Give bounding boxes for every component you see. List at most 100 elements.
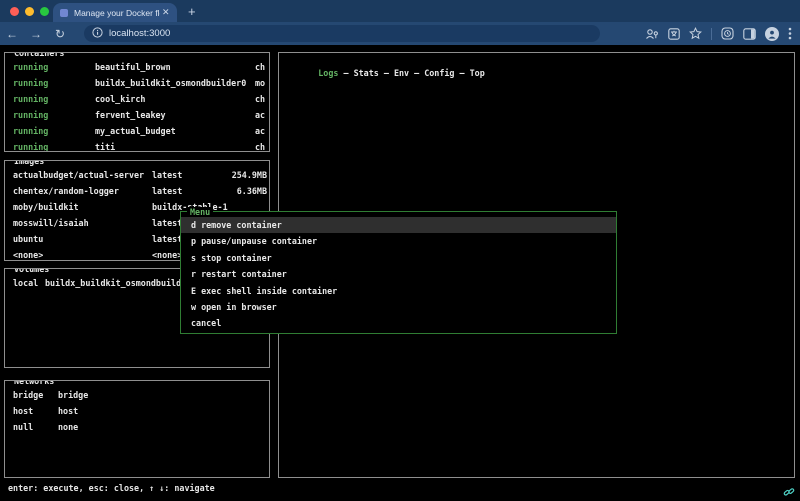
url-text[interactable]: localhost:3000 bbox=[109, 28, 170, 39]
translate-icon[interactable] bbox=[668, 28, 680, 40]
log-line: 2024-01-03T23:41:16+0000 ERROR An error … bbox=[282, 427, 794, 439]
menu-item[interactable]: p pause/unpause container bbox=[181, 233, 616, 249]
container-image: ch bbox=[255, 59, 265, 75]
log-line: 2024-01-03T23:40:25+0000 WARN A warning … bbox=[282, 131, 794, 143]
image-tag: latest bbox=[152, 231, 182, 247]
log-line: 2024-01-03T23:40:56+0000 INFO This is le… bbox=[282, 341, 794, 353]
context-menu: Menu d remove container p pause/unpause … bbox=[180, 211, 617, 334]
browser-tab[interactable]: Manage your Docker fleet wi ✕ bbox=[53, 3, 177, 22]
volumes-panel-title: Volumes bbox=[11, 268, 52, 274]
volume-driver: local bbox=[13, 275, 38, 291]
image-name: chentex/random-logger bbox=[13, 183, 119, 199]
container-name: fervent_leakey bbox=[95, 107, 166, 123]
network-row[interactable]: host host bbox=[5, 403, 269, 419]
container-row[interactable]: running fervent_leakey ac bbox=[5, 107, 269, 123]
menu-item[interactable]: cancel bbox=[181, 315, 616, 331]
side-panel-icon[interactable] bbox=[743, 28, 756, 40]
container-name: cool_kirch bbox=[95, 91, 145, 107]
minimize-window-button[interactable] bbox=[25, 7, 34, 16]
network-driver: host bbox=[58, 403, 78, 419]
image-row[interactable]: actualbudget/actual-server latest 254.9M… bbox=[5, 167, 269, 183]
container-status: running bbox=[13, 107, 48, 123]
extensions-icon[interactable] bbox=[721, 27, 734, 40]
container-row[interactable]: running titi ch bbox=[5, 139, 269, 152]
tab-label[interactable]: Logs bbox=[318, 68, 338, 78]
container-name: titi bbox=[95, 139, 115, 152]
image-name: ubuntu bbox=[13, 231, 43, 247]
log-line: 2024-01-03T23:40:34+0000 INFO This is le… bbox=[282, 193, 794, 205]
container-status: running bbox=[13, 91, 48, 107]
reload-icon[interactable]: ↻ bbox=[48, 27, 72, 41]
container-row[interactable]: running cool_kirch ch bbox=[5, 91, 269, 107]
menu-item[interactable]: s stop container bbox=[181, 250, 616, 266]
log-line: 2024-01-03T23:40:26+0000 ERROR An error … bbox=[282, 143, 794, 155]
images-panel-title: Images bbox=[11, 160, 47, 166]
new-tab-button[interactable]: + bbox=[188, 4, 196, 20]
profile-avatar[interactable] bbox=[765, 27, 779, 41]
network-name: bridge bbox=[13, 387, 43, 403]
tab-label[interactable]: Env bbox=[379, 68, 409, 78]
container-image: ch bbox=[255, 139, 265, 152]
image-size: 254.9MB bbox=[232, 167, 267, 183]
menu-kebab-icon[interactable] bbox=[788, 27, 792, 40]
menu-item[interactable]: d remove container bbox=[181, 217, 616, 233]
log-line: 2024-01-03T23:40:21+0000 ERROR An error … bbox=[282, 119, 794, 131]
containers-panel-title: Containers bbox=[11, 52, 67, 58]
tab-label[interactable]: Config bbox=[409, 68, 454, 78]
image-name: actualbudget/actual-server bbox=[13, 167, 144, 183]
container-image: ac bbox=[255, 107, 265, 123]
image-tag: <none> bbox=[152, 247, 182, 261]
networks-panel[interactable]: Networks bridge bridge host host null bbox=[4, 380, 270, 478]
log-line: 2024-01-03T23:41:18+0000 DEBUG This is a… bbox=[282, 452, 794, 464]
toolbar-divider bbox=[711, 28, 712, 40]
log-line: 2024-01-03T23:41:02+0000 DEBUG This is a… bbox=[282, 366, 794, 378]
log-line: 2024-01-03T23:40:30+0000 WARN A warning … bbox=[282, 156, 794, 168]
log-line: 2024-01-03T23:40:33+0000 ERROR An error … bbox=[282, 180, 794, 192]
log-line: 2024-01-03T23:41:02+0000 INFO This is le… bbox=[282, 378, 794, 390]
image-tag: latest bbox=[152, 183, 182, 199]
tab-label[interactable]: Top bbox=[454, 68, 484, 78]
log-line: 2024-01-03T23:41:22+0000 WARN A warning … bbox=[282, 464, 794, 476]
log-line: 2024-01-03T23:40:30+0000 DEBUG This is a… bbox=[282, 168, 794, 180]
network-driver: none bbox=[58, 419, 78, 435]
container-name: my_actual_budget bbox=[95, 123, 176, 139]
menu-item[interactable]: r restart container bbox=[181, 266, 616, 282]
log-line: 2024-01-03T23:40:13+0000 WARN A warning … bbox=[282, 82, 794, 94]
zoom-window-button[interactable] bbox=[40, 7, 49, 16]
image-tag: latest bbox=[152, 215, 182, 231]
browser-titlebar: Manage your Docker fleet wi ✕ + bbox=[0, 0, 800, 22]
container-name: buildx_buildkit_osmondbuilder0 bbox=[95, 75, 246, 91]
link-icon[interactable] bbox=[783, 483, 795, 501]
browser-toolbar: ← → ↻ localhost:3000 bbox=[0, 22, 800, 45]
passkey-icon[interactable] bbox=[645, 28, 659, 40]
bookmark-star-icon[interactable] bbox=[689, 27, 702, 40]
container-row[interactable]: running buildx_buildkit_osmondbuilder0 m… bbox=[5, 75, 269, 91]
menu-item[interactable]: E exec shell inside container bbox=[181, 283, 616, 299]
containers-panel[interactable]: Containers running beautiful_brown ch ru… bbox=[4, 52, 270, 152]
container-status: running bbox=[13, 75, 48, 91]
favicon-icon bbox=[60, 9, 68, 17]
container-row[interactable]: running beautiful_brown ch bbox=[5, 59, 269, 75]
network-row[interactable]: bridge bridge bbox=[5, 387, 269, 403]
log-line: 2024-01-03T23:41:17+0000 INFO This is le… bbox=[282, 440, 794, 452]
forward-icon[interactable]: → bbox=[24, 27, 48, 41]
close-window-button[interactable] bbox=[10, 7, 19, 16]
network-row[interactable]: null none bbox=[5, 419, 269, 435]
image-size: 6.36MB bbox=[237, 183, 267, 199]
image-row[interactable]: chentex/random-logger latest 6.36MB bbox=[5, 183, 269, 199]
log-line: 2024-01-03T23:40:16+0000 WARN A warning … bbox=[282, 94, 794, 106]
menu-item[interactable]: w open in browser bbox=[181, 299, 616, 315]
back-icon[interactable]: ← bbox=[0, 27, 24, 41]
image-name: mosswill/isaiah bbox=[13, 215, 89, 231]
image-name: <none> bbox=[13, 247, 43, 261]
image-name: moby/buildkit bbox=[13, 199, 79, 215]
container-row[interactable]: running my_actual_budget ac bbox=[5, 123, 269, 139]
tab-label[interactable]: Stats bbox=[338, 68, 378, 78]
address-bar[interactable]: localhost:3000 bbox=[84, 25, 600, 42]
log-line: 2024-01-03T23:41:10+0000 WARN A warning … bbox=[282, 403, 794, 415]
site-info-icon[interactable] bbox=[92, 25, 103, 43]
traffic-lights bbox=[10, 7, 49, 16]
tab-close-icon[interactable]: ✕ bbox=[162, 7, 170, 18]
image-tag: latest bbox=[152, 167, 182, 183]
container-image: ch bbox=[255, 91, 265, 107]
